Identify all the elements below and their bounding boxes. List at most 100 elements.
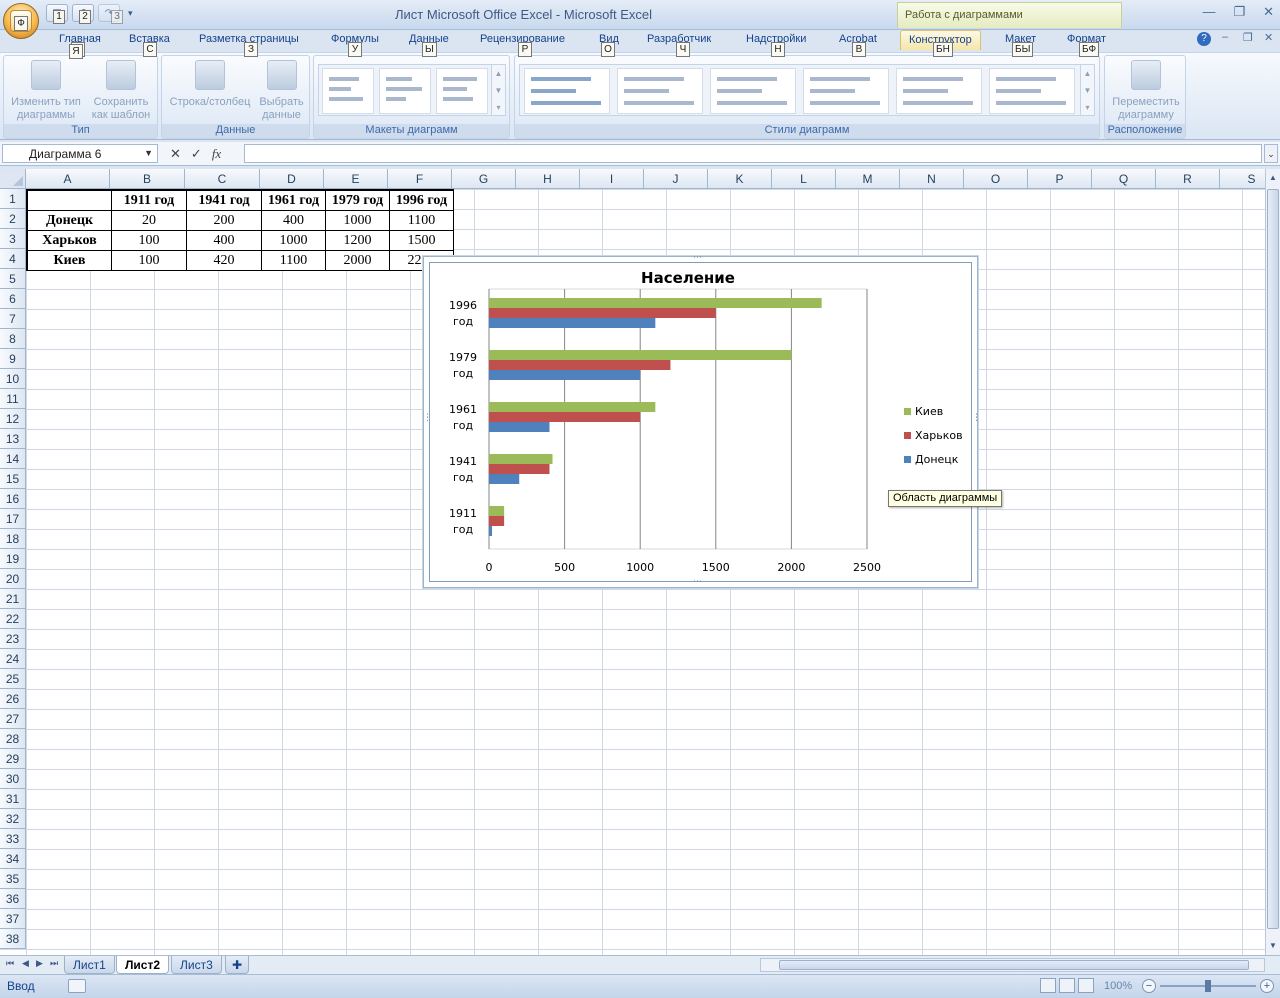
- first-sheet-icon[interactable]: ⏮: [6, 958, 14, 969]
- row-header-1[interactable]: 1: [0, 189, 26, 209]
- cancel-icon[interactable]: ✕: [170, 146, 181, 162]
- last-sheet-icon[interactable]: ⏭: [50, 958, 58, 969]
- minimize-icon[interactable]: —: [1202, 4, 1215, 20]
- table-cell[interactable]: 100: [112, 231, 187, 251]
- row-header-26[interactable]: 26: [0, 689, 26, 709]
- row-header-2[interactable]: 2: [0, 209, 26, 229]
- column-header-K[interactable]: K: [708, 169, 772, 189]
- close-icon[interactable]: ✕: [1263, 4, 1274, 20]
- chart-layout-3[interactable]: [436, 68, 488, 114]
- column-header-B[interactable]: B: [110, 169, 185, 189]
- table-cell[interactable]: 1100: [262, 251, 326, 271]
- column-header-R[interactable]: R: [1156, 169, 1220, 189]
- column-header-D[interactable]: D: [260, 169, 324, 189]
- ribbon-restore-icon[interactable]: ❐: [1243, 31, 1253, 44]
- table-cell[interactable]: 420: [187, 251, 262, 271]
- macro-record-icon[interactable]: [68, 979, 86, 993]
- resize-handle-right[interactable]: ⋮: [972, 413, 982, 422]
- change-chart-type-button[interactable]: Изменить тип диаграммы: [7, 60, 85, 122]
- table-header-cell[interactable]: 1961 год: [262, 191, 326, 211]
- ribbon-minimize-icon[interactable]: –: [1222, 31, 1228, 43]
- row-header-23[interactable]: 23: [0, 629, 26, 649]
- row-header-3[interactable]: 3: [0, 229, 26, 249]
- table-cell[interactable]: 20: [112, 211, 187, 231]
- row-header-8[interactable]: 8: [0, 329, 26, 349]
- column-header-F[interactable]: F: [388, 169, 452, 189]
- row-header-34[interactable]: 34: [0, 849, 26, 869]
- zoom-slider-thumb[interactable]: [1205, 980, 1211, 992]
- chart-styles-scroll[interactable]: ▲ ▼ ▾: [1080, 65, 1094, 115]
- workbook-close-icon[interactable]: ✕: [1264, 31, 1273, 44]
- formula-input[interactable]: [244, 144, 1262, 163]
- table-cell[interactable]: 400: [187, 231, 262, 251]
- row-header-27[interactable]: 27: [0, 709, 26, 729]
- move-chart-button[interactable]: Переместить диаграмму: [1107, 60, 1185, 122]
- column-header-C[interactable]: C: [185, 169, 260, 189]
- row-header-33[interactable]: 33: [0, 829, 26, 849]
- horizontal-scroll-thumb[interactable]: [779, 960, 1249, 970]
- column-header-I[interactable]: I: [580, 169, 644, 189]
- row-header-11[interactable]: 11: [0, 389, 26, 409]
- row-header-13[interactable]: 13: [0, 429, 26, 449]
- table-row-label[interactable]: Харьков: [28, 231, 112, 251]
- table-cell[interactable]: 200: [187, 211, 262, 231]
- row-header-17[interactable]: 17: [0, 509, 26, 529]
- table-cell[interactable]: 1200: [326, 231, 390, 251]
- row-header-16[interactable]: 16: [0, 489, 26, 509]
- row-header-32[interactable]: 32: [0, 809, 26, 829]
- insert-function-button[interactable]: fx: [212, 146, 221, 162]
- column-header-Q[interactable]: Q: [1092, 169, 1156, 189]
- column-header-M[interactable]: M: [836, 169, 900, 189]
- table-cell[interactable]: 1500: [390, 231, 454, 251]
- resize-handle-top[interactable]: ⋯: [693, 253, 703, 262]
- row-header-19[interactable]: 19: [0, 549, 26, 569]
- select-data-button[interactable]: Выбрать данные: [254, 60, 309, 122]
- next-sheet-icon[interactable]: ▶: [36, 958, 43, 969]
- column-header-H[interactable]: H: [516, 169, 580, 189]
- chart-style-2[interactable]: [617, 68, 703, 114]
- row-header-6[interactable]: 6: [0, 289, 26, 309]
- table-header-cell[interactable]: 1979 год: [326, 191, 390, 211]
- zoom-level[interactable]: 100%: [1104, 980, 1132, 992]
- column-header-L[interactable]: L: [772, 169, 836, 189]
- row-header-5[interactable]: 5: [0, 269, 26, 289]
- column-header-S[interactable]: S: [1220, 169, 1265, 189]
- row-header-15[interactable]: 15: [0, 469, 26, 489]
- row-header-30[interactable]: 30: [0, 769, 26, 789]
- sheet-tab-1[interactable]: Лист1: [64, 956, 115, 974]
- chart-style-6[interactable]: [989, 68, 1075, 114]
- row-header-35[interactable]: 35: [0, 869, 26, 889]
- page-layout-view-icon[interactable]: [1059, 978, 1075, 993]
- column-header-A[interactable]: A: [26, 169, 110, 189]
- table-cell[interactable]: 1000: [326, 211, 390, 231]
- vertical-scroll-thumb[interactable]: [1267, 189, 1279, 929]
- table-header-cell[interactable]: [28, 191, 112, 211]
- help-icon[interactable]: ?: [1197, 32, 1211, 46]
- restore-icon[interactable]: ❐: [1233, 4, 1245, 20]
- normal-view-icon[interactable]: [1040, 978, 1056, 993]
- chart-style-1[interactable]: [524, 68, 610, 114]
- scroll-up-icon[interactable]: ▲: [1267, 171, 1279, 185]
- row-header-14[interactable]: 14: [0, 449, 26, 469]
- zoom-in-icon[interactable]: +: [1260, 979, 1274, 993]
- row-header-18[interactable]: 18: [0, 529, 26, 549]
- chart-layouts-scroll[interactable]: ▲ ▼ ▾: [491, 65, 505, 115]
- chevron-down-icon[interactable]: ▼: [144, 148, 153, 158]
- save-as-template-button[interactable]: Сохранить как шаблон: [86, 60, 156, 122]
- horizontal-scrollbar[interactable]: [760, 958, 1265, 972]
- row-header-29[interactable]: 29: [0, 749, 26, 769]
- scroll-down-icon[interactable]: ▼: [1267, 939, 1279, 953]
- table-header-cell[interactable]: 1996 год: [390, 191, 454, 211]
- table-cell[interactable]: 100: [112, 251, 187, 271]
- row-header-12[interactable]: 12: [0, 409, 26, 429]
- column-header-P[interactable]: P: [1028, 169, 1092, 189]
- chart-layout-1[interactable]: [322, 68, 374, 114]
- select-all-button[interactable]: [0, 169, 26, 189]
- customize-qat-icon[interactable]: ▾: [128, 8, 133, 19]
- prev-sheet-icon[interactable]: ◀: [22, 958, 29, 969]
- column-header-O[interactable]: O: [964, 169, 1028, 189]
- chart-style-3[interactable]: [710, 68, 796, 114]
- row-header-20[interactable]: 20: [0, 569, 26, 589]
- row-header-9[interactable]: 9: [0, 349, 26, 369]
- column-header-N[interactable]: N: [900, 169, 964, 189]
